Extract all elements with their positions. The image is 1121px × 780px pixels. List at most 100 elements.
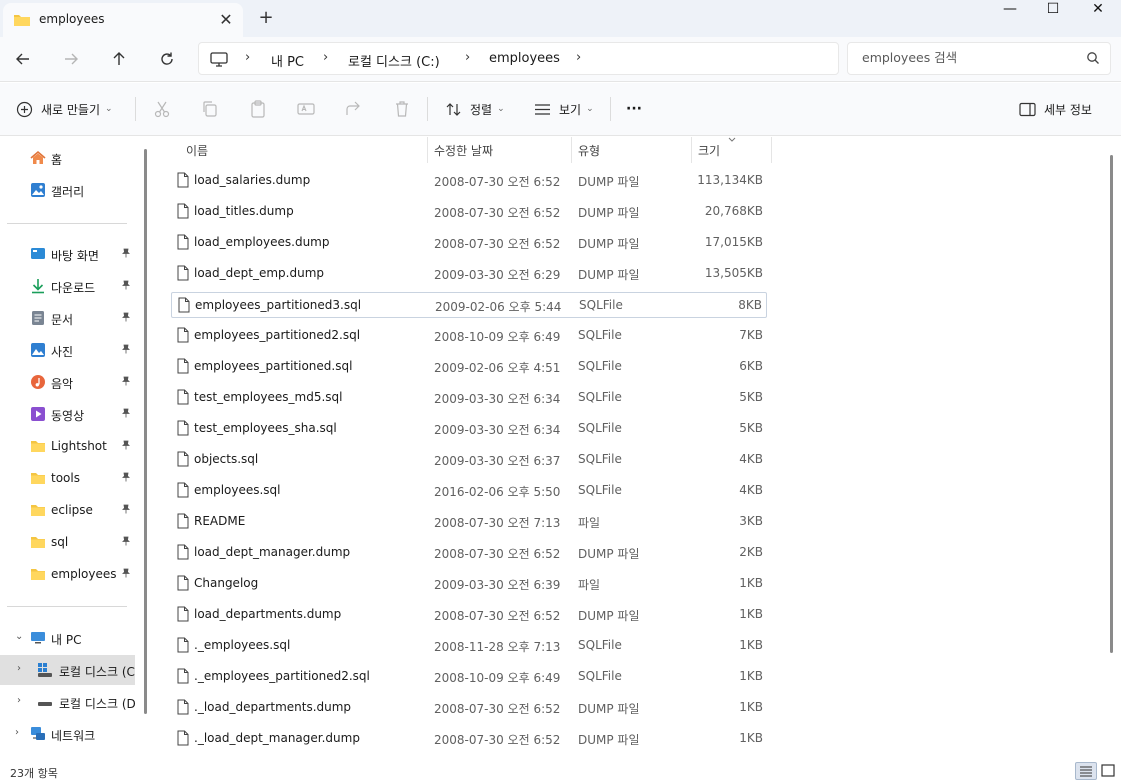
- table-row[interactable]: employees_partitioned3.sql 2009-02-06 오후 …: [171, 292, 767, 318]
- share-icon[interactable]: [344, 99, 364, 119]
- table-row[interactable]: ._load_dept_manager.dump 2008-07-30 오전 6:…: [171, 726, 767, 752]
- pin-icon[interactable]: [121, 312, 131, 325]
- chevron-right-icon[interactable]: ›: [17, 695, 21, 706]
- table-row[interactable]: Changelog 2009-03-30 오전 6:39 파일 1KB: [171, 571, 767, 597]
- table-row[interactable]: ._employees.sql 2008-11-28 오후 7:13 SQLFile…: [171, 633, 767, 659]
- address-bar[interactable]: › 내 PC › 로컬 디스크 (C:) › employees ›: [198, 42, 839, 75]
- breadcrumb-separator[interactable]: ›: [465, 50, 470, 65]
- sidebar-item-pictures[interactable]: 사진: [0, 335, 135, 365]
- file-name: load_titles.dump: [194, 204, 294, 218]
- sidebar-item-music[interactable]: 음악: [0, 367, 135, 397]
- pin-icon[interactable]: [121, 248, 131, 261]
- table-row[interactable]: load_employees.dump 2008-07-30 오전 6:52 DUM…: [171, 230, 767, 256]
- pin-icon[interactable]: [121, 408, 131, 421]
- table-row[interactable]: employees.sql 2016-02-06 오후 5:50 SQLFile 4K…: [171, 478, 767, 504]
- table-row[interactable]: load_departments.dump 2008-07-30 오전 6:52 D…: [171, 602, 767, 628]
- column-divider[interactable]: [771, 137, 772, 163]
- breadcrumb-this-pc[interactable]: 내 PC: [271, 51, 304, 70]
- column-header-name[interactable]: 이름: [171, 137, 427, 163]
- file-date: 2009-03-30 오전 6:34: [434, 423, 561, 437]
- new-button[interactable]: 새로 만들기 ⌄: [16, 99, 113, 119]
- chevron-right-icon[interactable]: ›: [15, 727, 19, 738]
- maximize-button[interactable]: ☐: [1030, 0, 1076, 18]
- file-type: DUMP 파일: [578, 547, 640, 561]
- sidebar-item-sql[interactable]: sql: [0, 527, 135, 557]
- breadcrumb-separator[interactable]: ›: [245, 50, 250, 65]
- sidebar-item-documents[interactable]: 문서: [0, 303, 135, 333]
- table-row[interactable]: employees_partitioned2.sql 2008-10-09 오후 …: [171, 323, 767, 349]
- table-row[interactable]: ._employees_partitioned2.sql 2008-10-09 오…: [171, 664, 767, 690]
- file-list-scrollbar[interactable]: [1110, 155, 1113, 653]
- chevron-right-icon[interactable]: ›: [17, 663, 21, 674]
- minimize-button[interactable]: —: [987, 0, 1033, 18]
- copy-icon[interactable]: [200, 99, 220, 119]
- more-options-button[interactable]: ···: [626, 99, 642, 119]
- sidebar-item-employees[interactable]: employees: [0, 559, 135, 589]
- sidebar-item-videos[interactable]: 동영상: [0, 399, 135, 429]
- close-tab-icon[interactable]: ✕: [215, 9, 237, 31]
- paste-icon[interactable]: [248, 99, 268, 119]
- up-button[interactable]: [105, 45, 133, 73]
- breadcrumb-separator[interactable]: ›: [323, 50, 328, 65]
- pin-icon[interactable]: [121, 504, 131, 517]
- sidebar-item-local-disk-c[interactable]: › 로컬 디스크 (C:): [0, 655, 135, 685]
- pin-icon[interactable]: [121, 536, 131, 549]
- arrow-left-icon: [16, 53, 29, 65]
- pin-icon[interactable]: [121, 472, 131, 485]
- chevron-down-icon: ⌄: [586, 104, 594, 114]
- sidebar-item-desktop[interactable]: 바탕 화면: [0, 239, 135, 269]
- chevron-down-icon[interactable]: ⌄: [15, 631, 23, 642]
- file-date: 2008-10-09 오후 6:49: [434, 671, 561, 685]
- table-row[interactable]: load_dept_emp.dump 2009-03-30 오전 6:29 DUMP…: [171, 261, 767, 287]
- column-header-type[interactable]: 유형: [572, 137, 691, 163]
- breadcrumb-local-disk-c[interactable]: 로컬 디스크 (C:): [348, 51, 440, 70]
- tiles-view-button[interactable]: [1098, 762, 1120, 780]
- file-type: DUMP 파일: [578, 609, 640, 623]
- sidebar-item-eclipse[interactable]: eclipse: [0, 495, 135, 525]
- pin-icon[interactable]: [121, 568, 131, 581]
- trash-icon[interactable]: [392, 99, 412, 119]
- chevron-down-icon: ⌄: [497, 104, 505, 114]
- breadcrumb-separator[interactable]: ›: [576, 50, 581, 65]
- toolbar-divider: [610, 97, 611, 121]
- rename-icon[interactable]: [296, 99, 316, 119]
- table-row[interactable]: ._load_departments.dump 2008-07-30 오전 6:5…: [171, 695, 767, 721]
- sort-button[interactable]: 정렬 ⌄: [445, 99, 505, 119]
- pin-icon[interactable]: [121, 440, 131, 453]
- table-row[interactable]: load_salaries.dump 2008-07-30 오전 6:52 DUMP…: [171, 168, 767, 194]
- search-input[interactable]: [862, 50, 1082, 65]
- pin-icon[interactable]: [121, 280, 131, 293]
- search-box[interactable]: [847, 42, 1111, 75]
- sidebar-item-downloads[interactable]: 다운로드: [0, 271, 135, 301]
- new-tab-button[interactable]: +: [255, 6, 277, 30]
- cut-icon[interactable]: [152, 99, 172, 119]
- pin-icon[interactable]: [121, 376, 131, 389]
- close-window-button[interactable]: ✕: [1075, 0, 1121, 18]
- table-row[interactable]: README 2008-07-30 오전 7:13 파일 3KB: [171, 509, 767, 535]
- table-row[interactable]: objects.sql 2009-03-30 오전 6:37 SQLFile 4KB: [171, 447, 767, 473]
- table-row[interactable]: employees_partitioned.sql 2009-02-06 오후 4…: [171, 354, 767, 380]
- refresh-button[interactable]: [153, 45, 181, 73]
- sidebar-scrollbar[interactable]: [144, 149, 147, 714]
- column-header-date[interactable]: 수정한 날짜: [428, 137, 571, 163]
- back-button[interactable]: [9, 45, 37, 73]
- table-row[interactable]: load_dept_manager.dump 2008-07-30 오전 6:52…: [171, 540, 767, 566]
- sidebar-item-tools[interactable]: tools: [0, 463, 135, 493]
- table-row[interactable]: test_employees_sha.sql 2009-03-30 오전 6:34…: [171, 416, 767, 442]
- details-pane-button[interactable]: 세부 정보: [1019, 99, 1092, 119]
- sidebar-item-local-disk-d[interactable]: › 로컬 디스크 (D:): [0, 687, 135, 717]
- table-row[interactable]: test_employees_md5.sql 2009-03-30 오전 6:34…: [171, 385, 767, 411]
- sidebar-item-network[interactable]: › 네트워크: [0, 719, 135, 749]
- table-row[interactable]: load_titles.dump 2008-07-30 오전 6:52 DUMP 파…: [171, 199, 767, 225]
- view-button[interactable]: 보기 ⌄: [534, 99, 594, 119]
- sidebar-item-gallery[interactable]: 갤러리: [0, 175, 135, 205]
- pin-icon[interactable]: [121, 344, 131, 357]
- forward-button[interactable]: [57, 45, 85, 73]
- details-view-button[interactable]: [1075, 762, 1097, 780]
- column-header-size[interactable]: 크기: [692, 137, 771, 163]
- breadcrumb-employees[interactable]: employees: [489, 51, 560, 66]
- sidebar-item-lightshot[interactable]: Lightshot: [0, 431, 135, 461]
- sidebar-item-home[interactable]: 홈: [0, 143, 135, 173]
- tab-employees[interactable]: employees ✕: [3, 3, 243, 37]
- sidebar-item-this-pc[interactable]: ⌄ 내 PC: [0, 623, 135, 653]
